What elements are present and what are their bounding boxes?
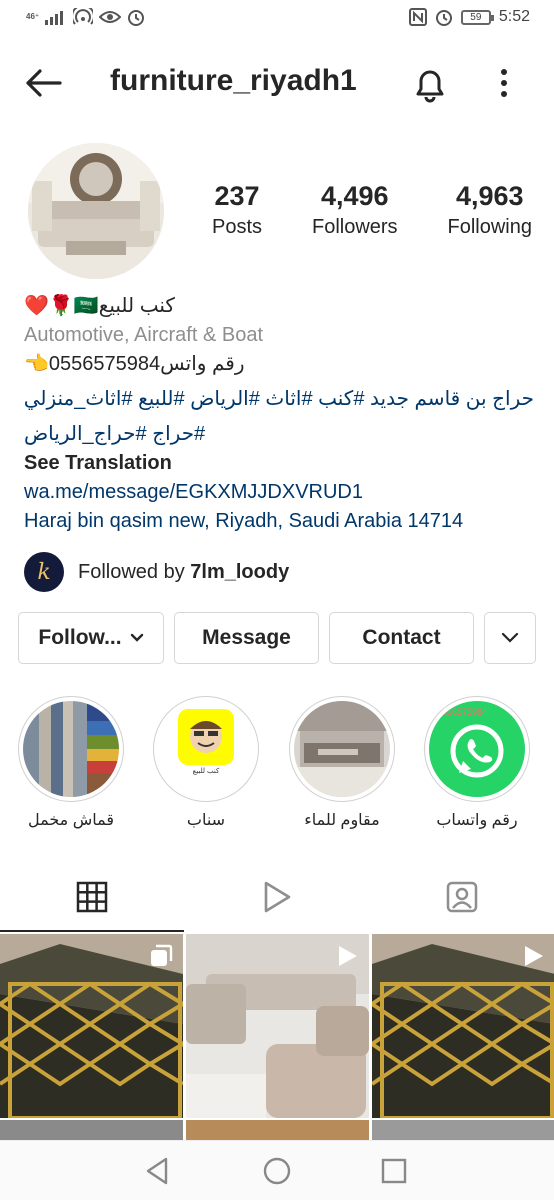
posts-count: 237 <box>214 181 260 211</box>
profile-stats: 237 Posts 4,496 Followers 4,963 Followin… <box>212 180 532 242</box>
reel-play-icon <box>525 946 543 966</box>
following-label: Following <box>447 216 532 238</box>
highlight-fabric-swatches-image <box>23 701 119 797</box>
bio-address-link[interactable]: Haraj bin qasim new, Riyadh, Saudi Arabi… <box>24 507 534 536</box>
highlight-item[interactable]: قماش مخمل <box>16 696 126 830</box>
followed-by-name: 7lm_loody <box>190 560 290 583</box>
post-thumbnail[interactable] <box>372 1120 554 1140</box>
see-translation-link[interactable]: See Translation <box>24 449 534 478</box>
highlight-ring: كنب للبيع <box>153 696 259 802</box>
highlight-label: رقم واتساب <box>436 812 518 829</box>
bio-name: كنب للبيع🇸🇦🌹❤️ <box>24 295 175 317</box>
hotspot-icon <box>73 8 94 25</box>
profile-avatar[interactable] <box>28 143 164 279</box>
nav-recents-icon[interactable] <box>378 1155 410 1187</box>
snapcode-caption: كنب للبيع <box>192 768 220 775</box>
post-thumbnail[interactable] <box>186 1120 369 1140</box>
chevron-down-icon <box>501 632 519 643</box>
battery-indicator: 59 <box>460 9 494 25</box>
highlight-water-resistant-image <box>294 701 390 797</box>
post-thumbnail[interactable] <box>186 934 369 1118</box>
back-arrow-icon[interactable] <box>24 68 62 98</box>
system-navigation-bar <box>0 1140 554 1200</box>
posts-stat[interactable]: 237 Posts <box>212 180 262 242</box>
followers-stat[interactable]: 4,496 Followers <box>312 180 398 242</box>
highlight-item[interactable]: 0556575984 رقم واتساب <box>422 696 532 830</box>
profile-content-tabs <box>0 862 554 932</box>
following-stat[interactable]: 4,963 Following <box>448 180 532 242</box>
story-highlights: قماش مخمل كنب للبيع سناب مقاوم للماء 055… <box>0 696 554 836</box>
bio-website-link[interactable]: wa.me/message/EGKXMJJDXVRUD1 <box>24 478 534 507</box>
avatar-image <box>28 143 164 279</box>
play-icon <box>264 881 291 913</box>
signal-icon <box>45 11 64 25</box>
followed-by-text: Followed by 7lm_loody <box>78 561 289 584</box>
bio-hashtags-line1[interactable]: حراج بن قاسم جديد #كنب #اثاث #الرياض #لل… <box>24 385 534 414</box>
highlight-ring <box>289 696 395 802</box>
highlight-snapcode-image: كنب للبيع <box>158 701 254 797</box>
status-left-icons: 46⁺ <box>26 8 145 26</box>
status-right-icons: 59 5:52 <box>408 8 530 26</box>
active-tab-indicator <box>0 930 184 932</box>
message-button-label: Message <box>202 626 291 649</box>
highlight-ring <box>18 696 124 802</box>
carousel-icon <box>151 944 173 966</box>
highlight-label: سناب <box>186 812 226 829</box>
alarm-icon <box>128 10 145 26</box>
followed-by-row[interactable]: k Followed by 7lm_loody <box>24 551 289 593</box>
post-thumbnail[interactable] <box>372 934 554 1118</box>
profile-action-buttons: Follow... Message Contact <box>18 612 536 664</box>
highlight-item[interactable]: مقاوم للماء <box>287 696 397 830</box>
reel-play-icon <box>339 946 357 966</box>
highlight-label: قماش مخمل <box>27 812 114 829</box>
followed-by-prefix: Followed by <box>78 560 191 583</box>
bell-icon[interactable] <box>410 64 450 104</box>
post-thumbnail[interactable] <box>0 1120 183 1140</box>
network-type-label: 46⁺ <box>26 12 40 21</box>
contact-button-label: Contact <box>362 626 441 649</box>
posts-label: Posts <box>212 216 263 238</box>
profile-header: furniture_riyadh1 <box>0 52 554 114</box>
post-thumbnail[interactable] <box>0 934 183 1118</box>
alarm-status-icon <box>435 10 452 26</box>
bio-whatsapp: رقم واتس0556575984👈 <box>24 353 245 375</box>
tagged-person-icon <box>446 881 478 913</box>
status-bar: 46⁺ 59 5:52 <box>0 0 554 38</box>
eye-icon <box>99 11 122 23</box>
followed-by-avatar: k <box>24 552 64 592</box>
following-count: 4,963 <box>455 181 524 211</box>
nfc-icon <box>408 8 427 26</box>
nav-home-icon[interactable] <box>261 1155 293 1187</box>
tab-tagged[interactable] <box>370 862 554 932</box>
bio-category: Automotive, Aircraft & Boat <box>24 324 263 346</box>
more-options-icon[interactable] <box>490 66 518 102</box>
following-button-label: Follow... <box>38 626 122 649</box>
status-time: 5:52 <box>498 8 530 25</box>
whatsapp-icon <box>450 724 504 778</box>
highlight-label: مقاوم للماء <box>304 812 380 829</box>
contact-button[interactable]: Contact <box>329 612 474 664</box>
followers-label: Followers <box>311 216 398 238</box>
profile-username: furniture_riyadh1 <box>110 64 357 97</box>
highlight-ring: 0556575984 <box>424 696 530 802</box>
message-button[interactable]: Message <box>174 612 319 664</box>
grid-icon <box>76 881 108 913</box>
tab-posts-grid[interactable] <box>0 862 184 932</box>
tab-reels[interactable] <box>185 862 369 932</box>
profile-bio: كنب للبيع🇸🇦🌹❤️ Automotive, Aircraft & Bo… <box>24 292 534 536</box>
following-button[interactable]: Follow... <box>18 612 164 664</box>
followers-count: 4,496 <box>320 181 389 211</box>
highlight-whatsapp-image: 0556575984 <box>429 701 525 797</box>
posts-grid <box>0 934 554 1140</box>
highlight-item[interactable]: كنب للبيع سناب <box>151 696 261 830</box>
suggested-accounts-button[interactable] <box>484 612 536 664</box>
chevron-down-icon <box>130 633 143 642</box>
nav-back-icon[interactable] <box>142 1155 174 1187</box>
bio-hashtags-line2[interactable]: #حراج #حراج_الرياض <box>24 420 534 449</box>
